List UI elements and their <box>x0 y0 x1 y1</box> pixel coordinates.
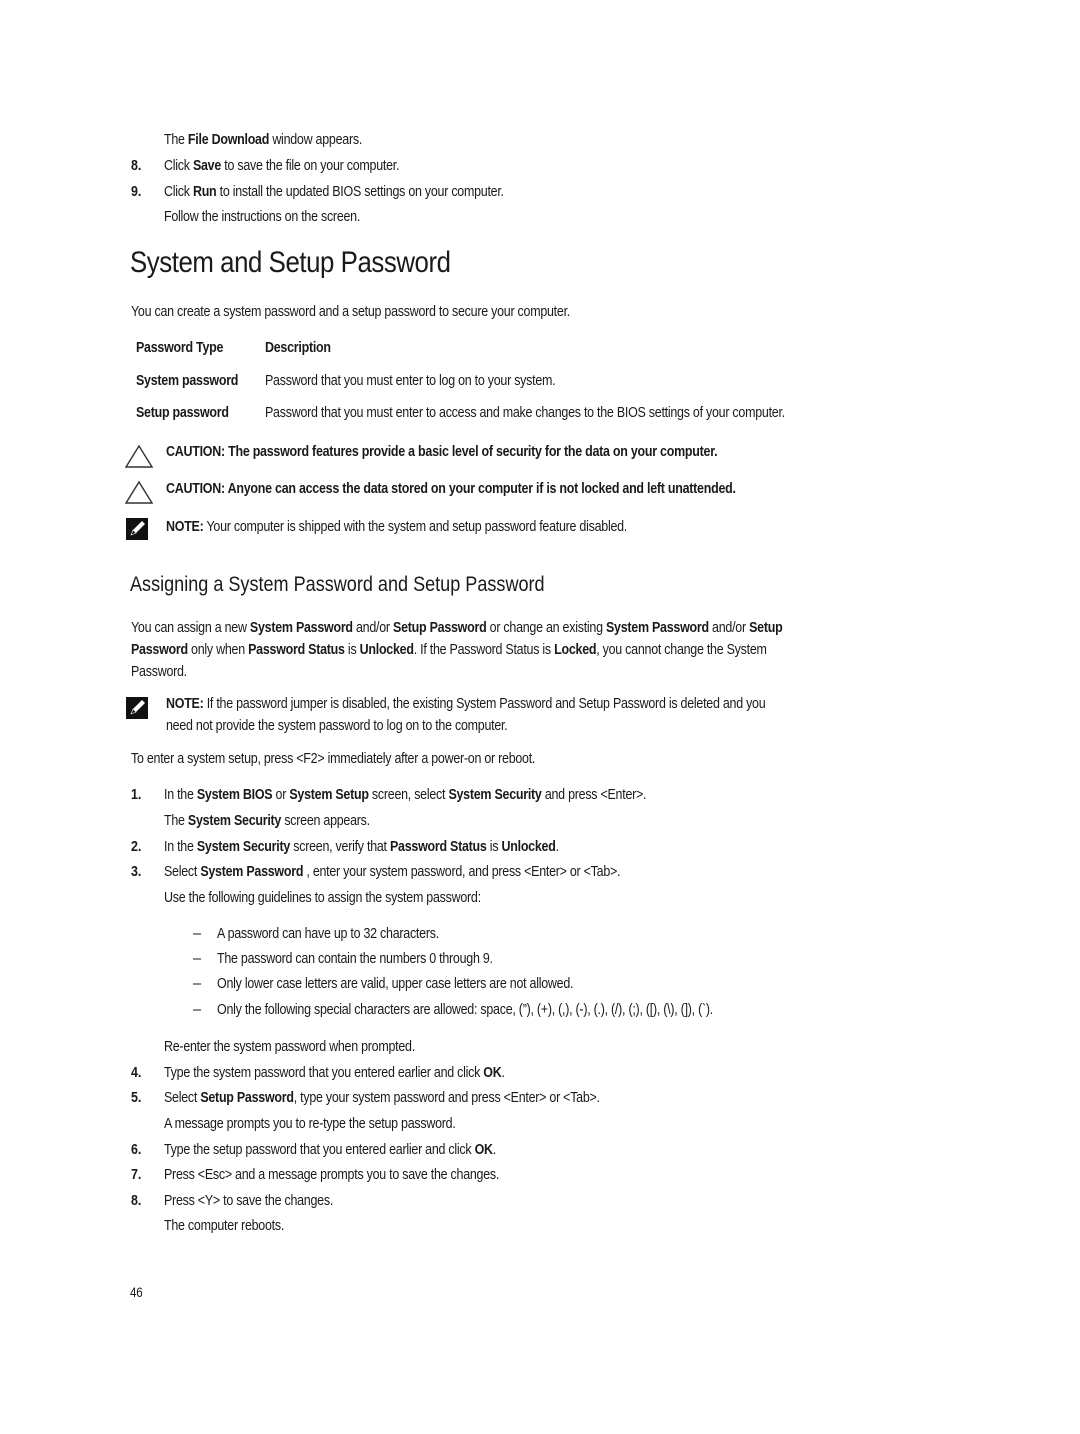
step-number: 7. <box>131 1167 142 1183</box>
step-5-sub: A message prompts you to re-type the set… <box>164 1116 456 1132</box>
warning-triangle-icon <box>125 444 153 468</box>
page-number: 46 <box>130 1285 143 1300</box>
table-cell-type: System password <box>136 373 239 389</box>
caution-text: CAUTION: Anyone can access the data stor… <box>166 481 736 497</box>
table-cell-desc: Password that you must enter to access a… <box>265 405 785 421</box>
step-number: 3. <box>131 864 142 880</box>
step-4-text: Type the system password that you entere… <box>164 1065 505 1081</box>
step-number: 8. <box>131 158 142 174</box>
caution-text: CAUTION: The password features provide a… <box>166 444 718 460</box>
enter-setup-text: To enter a system setup, press <F2> imme… <box>131 751 536 767</box>
note-text: NOTE: Your computer is shipped with the … <box>166 519 628 535</box>
section-title: System and Setup Password <box>130 246 451 279</box>
step-number: 9. <box>131 184 142 200</box>
step-number: 1. <box>131 787 142 803</box>
file-download-line: The File Download window appears. <box>164 132 363 148</box>
section-intro: You can create a system password and a s… <box>131 304 570 320</box>
step-7-text: Press <Esc> and a message prompts you to… <box>164 1167 500 1183</box>
table-cell-desc: Password that you must enter to log on t… <box>265 373 556 389</box>
step-3-sub: Use the following guidelines to assign t… <box>164 890 481 906</box>
document-page: The File Download window appears. 8. Cli… <box>0 0 1080 1434</box>
step-9-text: Click Run to install the updated BIOS se… <box>164 184 504 200</box>
step-3-text: Select System Password , enter your syst… <box>164 864 621 880</box>
note-text: need not provide the system password to … <box>166 718 508 734</box>
assign-para-line: You can assign a new System Password and… <box>131 620 783 636</box>
pencil-note-icon <box>126 697 148 719</box>
bullet-dash: – <box>193 976 202 992</box>
assign-para-line: Password only when Password Status is Un… <box>131 642 767 658</box>
step-number: 6. <box>131 1142 142 1158</box>
subsection-title: Assigning a System Password and Setup Pa… <box>130 573 545 596</box>
step-6-text: Type the setup password that you entered… <box>164 1142 496 1158</box>
step-8-text: Click Save to save the file on your comp… <box>164 158 400 174</box>
step-number: 5. <box>131 1090 142 1106</box>
bullet-dash: – <box>193 1002 202 1018</box>
table-cell-type: Setup password <box>136 405 229 421</box>
reenter-text: Re-enter the system password when prompt… <box>164 1039 415 1055</box>
step-2-text: In the System Security screen, verify th… <box>164 839 559 855</box>
step-1-text: In the System BIOS or System Setup scree… <box>164 787 647 803</box>
step-number: 4. <box>131 1065 142 1081</box>
guideline-item: The password can contain the numbers 0 t… <box>217 951 493 967</box>
warning-triangle-icon <box>125 480 153 504</box>
guideline-item: Only lower case letters are valid, upper… <box>217 976 574 992</box>
step-number: 2. <box>131 839 142 855</box>
bullet-dash: – <box>193 951 202 967</box>
table-header-type: Password Type <box>136 340 224 356</box>
step-1-sub: The System Security screen appears. <box>164 813 370 829</box>
step-8-sub: The computer reboots. <box>164 1218 285 1234</box>
guideline-item: Only the following special characters ar… <box>217 1002 713 1018</box>
step-8-text: Press <Y> to save the changes. <box>164 1193 334 1209</box>
table-header-description: Description <box>265 340 331 356</box>
follow-instructions: Follow the instructions on the screen. <box>164 209 361 225</box>
step-5-text: Select Setup Password, type your system … <box>164 1090 600 1106</box>
pencil-note-icon <box>126 518 148 540</box>
guideline-item: A password can have up to 32 characters. <box>217 926 439 942</box>
bullet-dash: – <box>193 926 202 942</box>
step-number: 8. <box>131 1193 142 1209</box>
assign-para-line: Password. <box>131 664 187 680</box>
note-text: NOTE: If the password jumper is disabled… <box>166 696 766 712</box>
